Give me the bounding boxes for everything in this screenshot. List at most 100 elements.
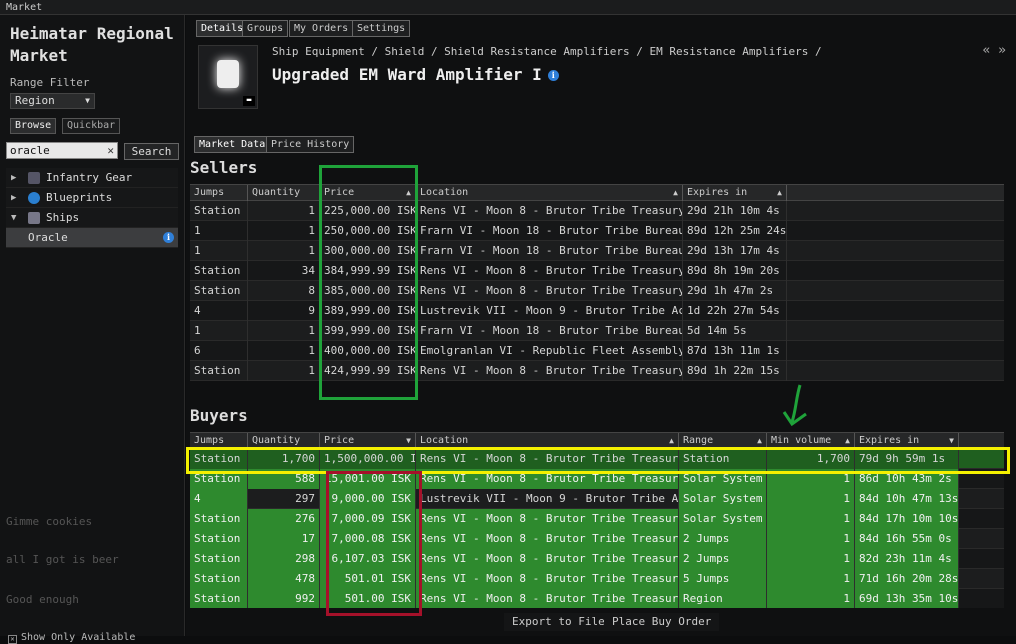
table-cell: Solar System — [679, 489, 767, 509]
tab-my-orders[interactable]: My Orders — [289, 20, 354, 37]
table-cell: 2 Jumps — [679, 549, 767, 569]
collapse-arrow-icon[interactable]: ▼ — [11, 208, 16, 228]
table-row[interactable]: Station 276 7,000.09 ISK Rens VI - Moon 8 -… — [190, 509, 1004, 529]
col-price-label: Price — [324, 435, 355, 446]
table-cell: Station — [190, 361, 248, 381]
table-row[interactable]: 4 297 9,000.00 ISK Lustrevik VII - Moon 9 -… — [190, 489, 1004, 509]
tab-groups[interactable]: Groups — [242, 20, 289, 37]
tree-item-oracle[interactable]: Oracle i — [6, 228, 178, 248]
range-filter-value: Region — [15, 94, 55, 107]
export-to-file-button[interactable]: Export to File — [504, 613, 613, 631]
checkbox-icon[interactable]: ✕ — [8, 635, 17, 644]
show-only-available-checkbox[interactable]: ✕ Show Only Available — [8, 632, 135, 644]
top-buy-order-highlight — [186, 447, 1010, 474]
tab-browse[interactable]: Browse — [10, 118, 57, 134]
table-cell: 8 — [248, 281, 320, 301]
market-tree: ▶ Infantry Gear ▶ Blueprints ▼ Ships Ora… — [6, 168, 178, 248]
table-row[interactable]: 1 1 250,000.00 ISK Frarn VI - Moon 18 - Bru… — [190, 221, 1004, 241]
expand-arrow-icon[interactable]: ▶ — [11, 168, 16, 188]
table-cell: Rens VI - Moon 8 - Brutor Tribe Treasury — [416, 361, 683, 381]
search-button[interactable]: Search — [124, 143, 179, 160]
sellers-title: Sellers — [190, 158, 258, 177]
tab-quickbar[interactable]: Quickbar — [62, 118, 121, 134]
table-cell: 29d 13h 17m 4s — [683, 241, 787, 261]
chat-line: Good enough — [6, 593, 79, 606]
item-name: Upgraded EM Ward Amplifier I — [272, 65, 542, 84]
history-nav[interactable]: « » — [983, 43, 1006, 58]
table-row[interactable]: Station 8 385,000.00 ISK Rens VI - Moon 8 -… — [190, 281, 1004, 301]
tab-market-data[interactable]: Market Data — [194, 136, 271, 153]
table-row[interactable]: 1 1 300,000.00 ISK Frarn VI - Moon 18 - Bru… — [190, 241, 1004, 261]
table-cell: 5 Jumps — [679, 569, 767, 589]
ships-icon — [28, 212, 40, 224]
table-cell: 4 — [190, 301, 248, 321]
table-cell: 1d 22h 27m 54s — [683, 301, 787, 321]
item-icon[interactable]: ▬ — [198, 45, 258, 109]
tree-item-infantry-gear[interactable]: ▶ Infantry Gear — [6, 168, 178, 188]
search-input-value: oracle — [10, 144, 50, 157]
table-cell: 297 — [248, 489, 320, 509]
col-expires-label: Expires in — [687, 187, 748, 198]
table-cell: 1 — [248, 361, 320, 381]
col-location-label: Location — [420, 435, 469, 446]
table-row[interactable]: Station 478 501.01 ISK Rens VI - Moon 8 - B… — [190, 569, 1004, 589]
table-cell: Station — [190, 201, 248, 221]
table-row[interactable]: Station 1 225,000.00 ISK Rens VI - Moon 8 -… — [190, 201, 1004, 221]
table-cell: Rens VI - Moon 8 - Brutor Tribe Treasury — [416, 569, 679, 589]
table-cell: 1 — [190, 321, 248, 341]
col-location-label: Location — [420, 187, 469, 198]
breadcrumb[interactable]: Ship Equipment / Shield / Shield Resista… — [272, 45, 822, 58]
price-highlight-box — [319, 165, 418, 400]
expand-arrow-icon[interactable]: ▶ — [11, 188, 16, 208]
left-panel: Heimatar Regional Market Range Filter Re… — [0, 15, 185, 644]
table-row[interactable]: 6 1 400,000.00 ISK Emolgranlan VI - Republi… — [190, 341, 1004, 361]
table-cell: 9 — [248, 301, 320, 321]
place-buy-order-button[interactable]: Place Buy Order — [604, 613, 720, 631]
tree-item-blueprints[interactable]: ▶ Blueprints — [6, 188, 178, 208]
tab-price-history[interactable]: Price History — [266, 136, 355, 153]
clear-icon[interactable]: ✕ — [107, 143, 114, 158]
table-cell: Rens VI - Moon 8 - Brutor Tribe Treasury — [416, 509, 679, 529]
table-cell: 1 — [248, 341, 320, 361]
table-cell: 5d 14m 5s — [683, 321, 787, 341]
buyers-title: Buyers — [190, 406, 248, 425]
info-icon[interactable]: i — [547, 70, 559, 81]
table-cell: Region — [679, 589, 767, 608]
show-only-label: Show Only Available — [21, 632, 136, 643]
col-expires[interactable]: Expires in ▲ — [683, 185, 787, 201]
table-row[interactable]: 4 9 389,999.00 ISK Lustrevik VII - Moon 9 -… — [190, 301, 1004, 321]
table-cell: 82d 23h 11m 4s — [855, 549, 959, 569]
tab-settings[interactable]: Settings — [352, 20, 411, 37]
table-row[interactable]: Station 298 6,107.03 ISK Rens VI - Moon 8 -… — [190, 549, 1004, 569]
table-cell: Rens VI - Moon 8 - Brutor Tribe Treasury — [416, 261, 683, 281]
table-cell: 1 — [190, 241, 248, 261]
table-row[interactable]: Station 17 7,000.08 ISK Rens VI - Moon 8 - … — [190, 529, 1004, 549]
table-row[interactable]: Station 992 501.00 ISK Rens VI - Moon 8 - B… — [190, 589, 1004, 608]
info-icon[interactable]: i — [163, 232, 174, 243]
table-row[interactable]: Station 1 424,999.99 ISK Rens VI - Moon 8 -… — [190, 361, 1004, 381]
table-cell: 29d 21h 10m 4s — [683, 201, 787, 221]
col-quantity[interactable]: Quantity — [248, 185, 320, 201]
table-cell: Frarn VI - Moon 18 - Brutor Tribe Bureau — [416, 321, 683, 341]
sellers-table: Jumps Quantity Price ▲ Location ▲ Expires … — [190, 184, 1004, 396]
tree-item-label: Infantry Gear — [46, 171, 133, 184]
col-location[interactable]: Location ▲ — [416, 185, 683, 201]
down-arrow-annotation — [782, 384, 807, 427]
infantry-gear-icon — [28, 172, 40, 184]
search-input[interactable]: oracle ✕ — [6, 142, 118, 159]
tab-details[interactable]: Details — [196, 20, 249, 37]
tree-item-label: Ships — [46, 211, 80, 224]
chat-background: Gimme cookies all I got is beer Good eno… — [6, 495, 181, 620]
table-cell: 87d 13h 11m 1s — [683, 341, 787, 361]
table-cell: Station — [190, 509, 248, 529]
tree-item-ships[interactable]: ▼ Ships — [6, 208, 178, 228]
tree-item-label: Blueprints — [46, 191, 113, 204]
table-cell: Station — [190, 281, 248, 301]
table-row[interactable]: 1 1 399,999.00 ISK Frarn VI - Moon 18 - Bru… — [190, 321, 1004, 341]
table-cell: 29d 1h 47m 2s — [683, 281, 787, 301]
table-row[interactable]: Station 34 384,999.99 ISK Rens VI - Moon 8 … — [190, 261, 1004, 281]
table-cell: Frarn VI - Moon 18 - Brutor Tribe Bureau — [416, 221, 683, 241]
col-jumps[interactable]: Jumps — [190, 185, 248, 201]
menu-icon[interactable]: ▬ — [243, 96, 255, 106]
range-filter-select[interactable]: Region ▼ — [10, 93, 95, 109]
